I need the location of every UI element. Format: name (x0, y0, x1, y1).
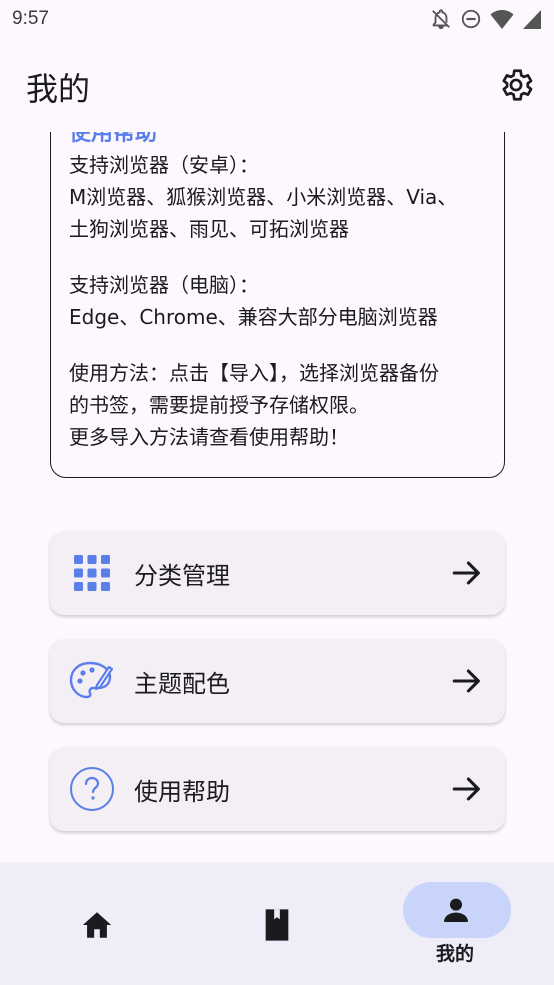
person-icon (436, 890, 476, 930)
info-heading: 使用帮助 (69, 132, 158, 146)
category-management-button[interactable]: 分类管理 (50, 531, 505, 615)
nav-label-mine: 我的 (436, 943, 475, 965)
gear-icon (497, 66, 535, 108)
menu-label: 使用帮助 (134, 777, 230, 806)
android-title: 支持浏览器（安卓）： (69, 153, 259, 177)
signal-icon (522, 8, 542, 30)
usage-line-3: 更多导入方法请查看使用帮助！ (69, 425, 349, 449)
palette-icon (68, 657, 116, 705)
help-button[interactable]: 使用帮助 (50, 747, 505, 831)
wifi-icon (490, 8, 514, 30)
page-title: 我的 (26, 70, 91, 108)
android-line-1: M浏览器、狐猴浏览器、小米浏览器、Via、 (69, 185, 458, 209)
theme-color-button[interactable]: 主题配色 (50, 639, 505, 723)
status-bar: 9:57 (0, 0, 554, 38)
pc-title: 支持浏览器（电脑）： (69, 273, 259, 297)
nav-home[interactable] (27, 862, 167, 985)
nav-bookmarks[interactable] (207, 862, 347, 985)
android-line-2: 土狗浏览器、雨见、可拓浏览器 (69, 217, 349, 241)
content-scroll-area[interactable]: 使用帮助 支持浏览器（安卓）： M浏览器、狐猴浏览器、小米浏览器、Via、 土狗… (0, 132, 554, 862)
do-not-disturb-icon (460, 8, 482, 30)
apps-grid-icon (68, 549, 116, 597)
arrow-right-icon (449, 555, 485, 591)
nav-mine[interactable]: 我的 (387, 862, 527, 985)
notifications-off-icon (430, 8, 452, 30)
bookmark-book-icon (257, 905, 297, 945)
home-icon (77, 905, 117, 945)
usage-line-1: 使用方法：点击【导入】，选择浏览器备份 (69, 361, 439, 385)
pc-line-1: Edge、Chrome、兼容大部分电脑浏览器 (69, 305, 438, 329)
menu-label: 主题配色 (134, 669, 230, 698)
settings-button[interactable] (496, 67, 536, 107)
arrow-right-icon (449, 663, 485, 699)
arrow-right-icon (449, 771, 485, 807)
bottom-navigation: 我的 (0, 862, 554, 985)
status-icons (430, 8, 542, 30)
app-bar: 我的 (0, 56, 554, 118)
usage-line-2: 的书签，需要提前授予存储权限。 (69, 393, 369, 417)
help-circle-icon (68, 765, 116, 813)
status-time: 9:57 (12, 8, 49, 29)
menu-label: 分类管理 (134, 561, 230, 590)
import-info-card: 使用帮助 支持浏览器（安卓）： M浏览器、狐猴浏览器、小米浏览器、Via、 土狗… (50, 132, 505, 478)
